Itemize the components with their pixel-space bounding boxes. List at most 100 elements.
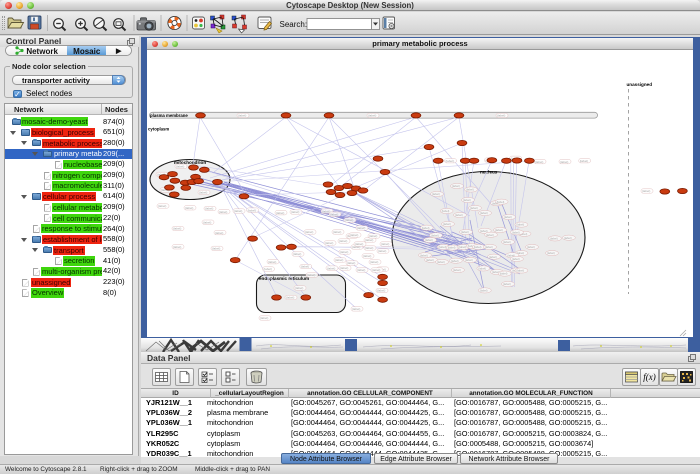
svg-text:(label): (label) — [352, 307, 360, 311]
svg-text:(label): (label) — [173, 245, 181, 249]
svg-text:(label): (label) — [333, 230, 341, 234]
svg-text:(label): (label) — [378, 249, 386, 253]
svg-text:(label): (label) — [264, 267, 272, 271]
svg-text:(label): (label) — [503, 240, 511, 244]
svg-text:(label): (label) — [497, 200, 505, 204]
svg-text:(label): (label) — [370, 260, 378, 264]
svg-text:(label): (label) — [365, 238, 373, 242]
svg-text:(label): (label) — [580, 159, 588, 163]
svg-text:(label): (label) — [286, 296, 294, 300]
svg-text:(label): (label) — [363, 254, 371, 258]
svg-text:(label): (label) — [448, 246, 456, 250]
svg-text:(label): (label) — [422, 226, 430, 230]
svg-text:(label): (label) — [339, 239, 347, 243]
svg-text:cytoplasm: cytoplasm — [148, 127, 169, 132]
svg-text:(label): (label) — [238, 114, 246, 118]
svg-text:(label): (label) — [550, 237, 558, 241]
svg-text:(label): (label) — [560, 160, 568, 164]
svg-text:(label): (label) — [212, 247, 220, 251]
svg-text:(label): (label) — [503, 282, 511, 286]
svg-text:(label): (label) — [453, 268, 461, 272]
svg-text:(label): (label) — [455, 213, 463, 217]
svg-text:(label): (label) — [305, 230, 313, 234]
svg-text:(label): (label) — [516, 269, 524, 273]
svg-text:(label): (label) — [276, 211, 284, 215]
svg-text:(label): (label) — [497, 114, 505, 118]
svg-text:(label): (label) — [512, 230, 520, 234]
svg-text:(label): (label) — [452, 184, 460, 188]
svg-text:Search:: Search: — [280, 20, 308, 29]
svg-text:(label): (label) — [260, 316, 268, 320]
svg-text:(label): (label) — [234, 209, 242, 213]
svg-text:(label): (label) — [485, 245, 493, 249]
svg-text:(label): (label) — [176, 165, 184, 169]
svg-text:(label): (label) — [268, 260, 276, 264]
svg-text:(label): (label) — [500, 272, 508, 276]
svg-text:(label): (label) — [325, 241, 333, 245]
svg-text:(label): (label) — [535, 160, 543, 164]
svg-text:(label): (label) — [461, 230, 469, 234]
svg-text:(label): (label) — [432, 192, 440, 196]
svg-text:unassigned: unassigned — [627, 82, 653, 87]
svg-text:(label): (label) — [516, 223, 524, 227]
svg-text:(label): (label) — [486, 233, 494, 237]
svg-text:(label): (label) — [357, 226, 365, 230]
svg-text:(label): (label) — [293, 252, 301, 256]
svg-text:(label): (label) — [205, 207, 213, 211]
svg-text:(label): (label) — [463, 198, 471, 202]
svg-text:(label): (label) — [377, 289, 385, 293]
svg-text:(label): (label) — [442, 209, 450, 213]
svg-text:(label): (label) — [345, 218, 353, 222]
svg-text:(label): (label) — [340, 266, 348, 270]
svg-text:(label): (label) — [465, 258, 473, 262]
svg-text:(label): (label) — [340, 250, 348, 254]
svg-text:(label): (label) — [199, 191, 207, 195]
svg-text:(label): (label) — [446, 159, 454, 163]
svg-text:(label): (label) — [478, 267, 486, 271]
svg-text:(label): (label) — [480, 211, 488, 215]
svg-text:nucleus: nucleus — [480, 170, 498, 175]
svg-text:(label): (label) — [219, 210, 227, 214]
svg-text:(label): (label) — [203, 220, 211, 224]
svg-text:(label): (label) — [564, 236, 572, 240]
svg-text:(label): (label) — [437, 260, 445, 264]
svg-text:(label): (label) — [474, 245, 482, 249]
svg-text:(label): (label) — [489, 255, 497, 259]
svg-text:(label): (label) — [420, 253, 428, 257]
svg-text:(label): (label) — [466, 188, 474, 192]
svg-text:(label): (label) — [372, 268, 380, 272]
svg-text:(label): (label) — [512, 257, 520, 261]
svg-text:(label): (label) — [158, 204, 166, 208]
svg-text:plasma membrane: plasma membrane — [150, 113, 188, 118]
svg-text:(label): (label) — [426, 258, 434, 262]
svg-text:(label): (label) — [291, 210, 299, 214]
svg-text:(label): (label) — [480, 289, 488, 293]
svg-text:(label): (label) — [347, 261, 355, 265]
svg-text:(label): (label) — [495, 228, 503, 232]
svg-text:(label): (label) — [527, 245, 535, 249]
svg-text:(label): (label) — [355, 242, 363, 246]
svg-text:(label): (label) — [547, 251, 555, 255]
svg-text:(label): (label) — [431, 233, 439, 237]
svg-text:(label): (label) — [369, 234, 377, 238]
svg-text:(label): (label) — [173, 227, 181, 231]
svg-text:(label): (label) — [327, 266, 335, 270]
svg-text:(label): (label) — [301, 265, 309, 269]
svg-text:(label): (label) — [642, 189, 650, 193]
svg-text:(label): (label) — [443, 222, 451, 226]
svg-text:(label): (label) — [381, 242, 389, 246]
svg-text:(label): (label) — [470, 206, 478, 210]
svg-text:(label): (label) — [185, 206, 193, 210]
svg-text:(label): (label) — [425, 238, 433, 242]
svg-text:(label): (label) — [357, 268, 365, 272]
svg-text:(label): (label) — [439, 245, 447, 249]
svg-text:(label): (label) — [295, 286, 303, 290]
svg-text:(label): (label) — [365, 246, 373, 250]
svg-text:(label): (label) — [504, 215, 512, 219]
svg-text:(label): (label) — [368, 114, 376, 118]
svg-text:(label): (label) — [335, 258, 343, 262]
svg-text:(label): (label) — [350, 233, 358, 237]
svg-text:(label): (label) — [458, 245, 466, 249]
svg-text:(label): (label) — [215, 231, 223, 235]
svg-text:(label): (label) — [451, 259, 459, 263]
